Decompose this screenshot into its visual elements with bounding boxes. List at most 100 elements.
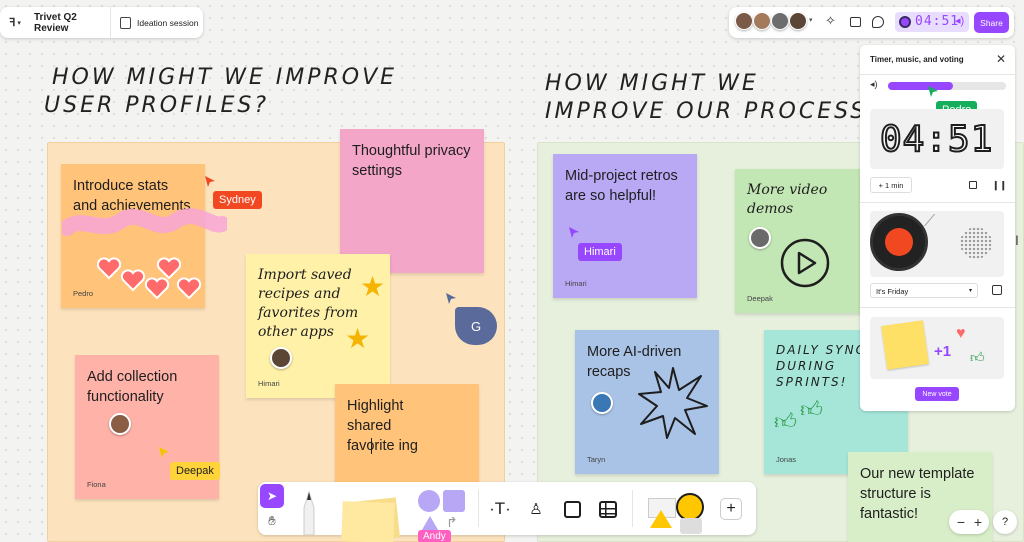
section-tool-button[interactable] xyxy=(558,496,586,522)
robot-sticker-icon xyxy=(680,518,702,534)
avatar[interactable] xyxy=(753,12,771,30)
volume-icon: ◂) xyxy=(870,79,878,89)
timer-music-voting-panel: Timer, music, and voting ✕ ◂) Pedro 04:5… xyxy=(860,45,1015,411)
sticky-author: Pedro xyxy=(73,289,94,298)
divider xyxy=(632,490,633,527)
divider xyxy=(860,307,1015,308)
more-tools-button[interactable]: + xyxy=(720,498,742,520)
marker-icon xyxy=(303,490,315,536)
main-menu-button[interactable]: ꟻ ▾ xyxy=(0,7,30,38)
close-icon[interactable]: ✕ xyxy=(996,52,1006,66)
connector-arrow-icon: ↱ xyxy=(446,514,458,530)
cursor-arrow-icon xyxy=(928,86,938,97)
circle-shape-icon xyxy=(418,490,440,512)
tonearm-icon: ⟋ xyxy=(924,213,936,230)
cursor-arrow-icon xyxy=(446,293,456,304)
highlighter-scribble[interactable] xyxy=(62,206,227,246)
heart-icon: ♥ xyxy=(956,325,966,342)
help-button[interactable]: ? xyxy=(993,510,1017,534)
heading-left-line2: USER PROFILES? xyxy=(44,93,270,118)
layout-icon[interactable] xyxy=(850,17,861,27)
star-sticker[interactable]: ★ xyxy=(360,270,385,303)
sticky-ai-recaps[interactable]: More AI-driven recaps Taryn xyxy=(575,330,719,474)
comment-icon[interactable] xyxy=(872,16,884,28)
shape-tool[interactable]: ↱ xyxy=(414,488,468,535)
thumbs-up-icon: 👍︎ xyxy=(970,349,985,365)
plus-icon: + xyxy=(726,500,736,517)
loop-checkbox[interactable] xyxy=(992,285,1002,295)
hand-tool-button[interactable]: ✋︎ xyxy=(260,510,284,532)
panel-title: Timer, music, and voting xyxy=(870,55,964,64)
divider xyxy=(110,7,111,38)
cursor-label-andy: Andy xyxy=(418,530,451,542)
cursor-arrow-icon xyxy=(159,447,169,458)
sticky-text: Mid-project retros are so helpful! xyxy=(565,168,678,204)
sticky-author: Taryn xyxy=(587,455,606,464)
cursor-arrow-icon: ➤ xyxy=(266,489,278,503)
stamp-tool-button[interactable]: ♙ xyxy=(522,496,550,522)
file-menu-bar: ꟻ ▾ Trivet Q2 Review Ideation session xyxy=(0,7,203,38)
page-selector[interactable]: Ideation session xyxy=(120,16,199,29)
page-icon xyxy=(120,16,131,29)
sticky-author: Deepak xyxy=(747,294,773,303)
timer-pill[interactable]: 04:51 ◂) xyxy=(895,12,969,32)
add-minute-button[interactable]: + 1 min xyxy=(870,177,912,193)
divider xyxy=(478,490,479,527)
record-label xyxy=(885,228,913,256)
page-name: Ideation session xyxy=(137,17,199,28)
star-sticker[interactable]: ★ xyxy=(345,322,370,355)
avatar[interactable] xyxy=(771,12,789,30)
sticky-note-tool[interactable] xyxy=(338,494,400,542)
select-tool-button[interactable]: ➤ xyxy=(260,484,284,508)
chevron-down-icon[interactable]: ▾ xyxy=(809,16,813,24)
stickers-tool[interactable] xyxy=(646,488,716,535)
vinyl-record-icon[interactable] xyxy=(870,213,928,271)
new-vote-button[interactable]: New vote xyxy=(915,387,959,401)
avatar[interactable] xyxy=(735,12,753,30)
warning-sticker-icon xyxy=(650,510,672,528)
sticky-author: Fiona xyxy=(87,480,106,489)
question-icon: ? xyxy=(1001,516,1009,528)
starburst-icon xyxy=(638,367,708,439)
volume-slider-fill xyxy=(888,82,953,90)
speaker-grille-icon xyxy=(960,227,992,259)
sticky-author: Himari xyxy=(565,279,587,288)
sticky-note-icon xyxy=(881,320,929,370)
song-select-value: It's Friday xyxy=(876,287,909,296)
table-icon xyxy=(599,500,617,518)
pause-icon[interactable]: ❙❙ xyxy=(992,180,1007,191)
timer-display: 04:51 xyxy=(915,14,960,29)
cursor-label-deepak: Deepak xyxy=(170,462,220,480)
sticky-privacy-settings[interactable]: Thoughtful privacy settings xyxy=(340,129,484,273)
heading-left-line1: HOW MIGHT WE IMPROVE xyxy=(52,65,398,90)
volume-slider[interactable] xyxy=(888,82,1006,90)
table-tool-button[interactable] xyxy=(594,496,622,522)
cursor-label-himari: Himari xyxy=(578,243,622,261)
song-select[interactable]: It's Friday ▾ xyxy=(870,283,978,298)
plus-one-icon: +1 xyxy=(934,343,952,360)
avatar xyxy=(591,392,613,414)
section-heading-left: HOW MIGHT WE IMPROVE USER PROFILES? xyxy=(44,64,398,120)
sticky-stack-icon xyxy=(341,501,395,542)
text-tool-button[interactable]: ·T· xyxy=(484,496,516,522)
timer-display-box[interactable]: 04:51 xyxy=(870,109,1004,169)
share-button[interactable]: Share xyxy=(974,12,1009,33)
sticky-video-demos[interactable]: More video demos Deepak xyxy=(735,169,879,313)
ai-sparkle-icon[interactable]: ✧ xyxy=(825,13,836,29)
marker-tool[interactable] xyxy=(298,490,320,536)
file-name[interactable]: Trivet Q2 Review xyxy=(34,12,110,34)
avatar xyxy=(109,413,131,435)
avatar[interactable] xyxy=(789,12,807,30)
zoom-in-button[interactable]: + xyxy=(970,514,986,530)
thumbs-up-icon[interactable]: 👍︎ xyxy=(800,396,823,423)
text-caret xyxy=(371,438,372,454)
cursor-arrow-icon xyxy=(569,227,579,238)
collaborator-cursor-bubble: G xyxy=(455,307,497,345)
music-player: ⟋ xyxy=(870,211,1004,277)
stop-icon[interactable] xyxy=(969,181,977,189)
sticky-text: Add collection functionality xyxy=(87,369,178,405)
zoom-out-button[interactable]: − xyxy=(953,514,969,530)
heart-stickers[interactable] xyxy=(95,256,205,306)
thumbs-up-icon[interactable]: 👍︎ xyxy=(774,408,797,435)
heading-right-line2: IMPROVE OUR PROCESS? xyxy=(545,99,882,124)
